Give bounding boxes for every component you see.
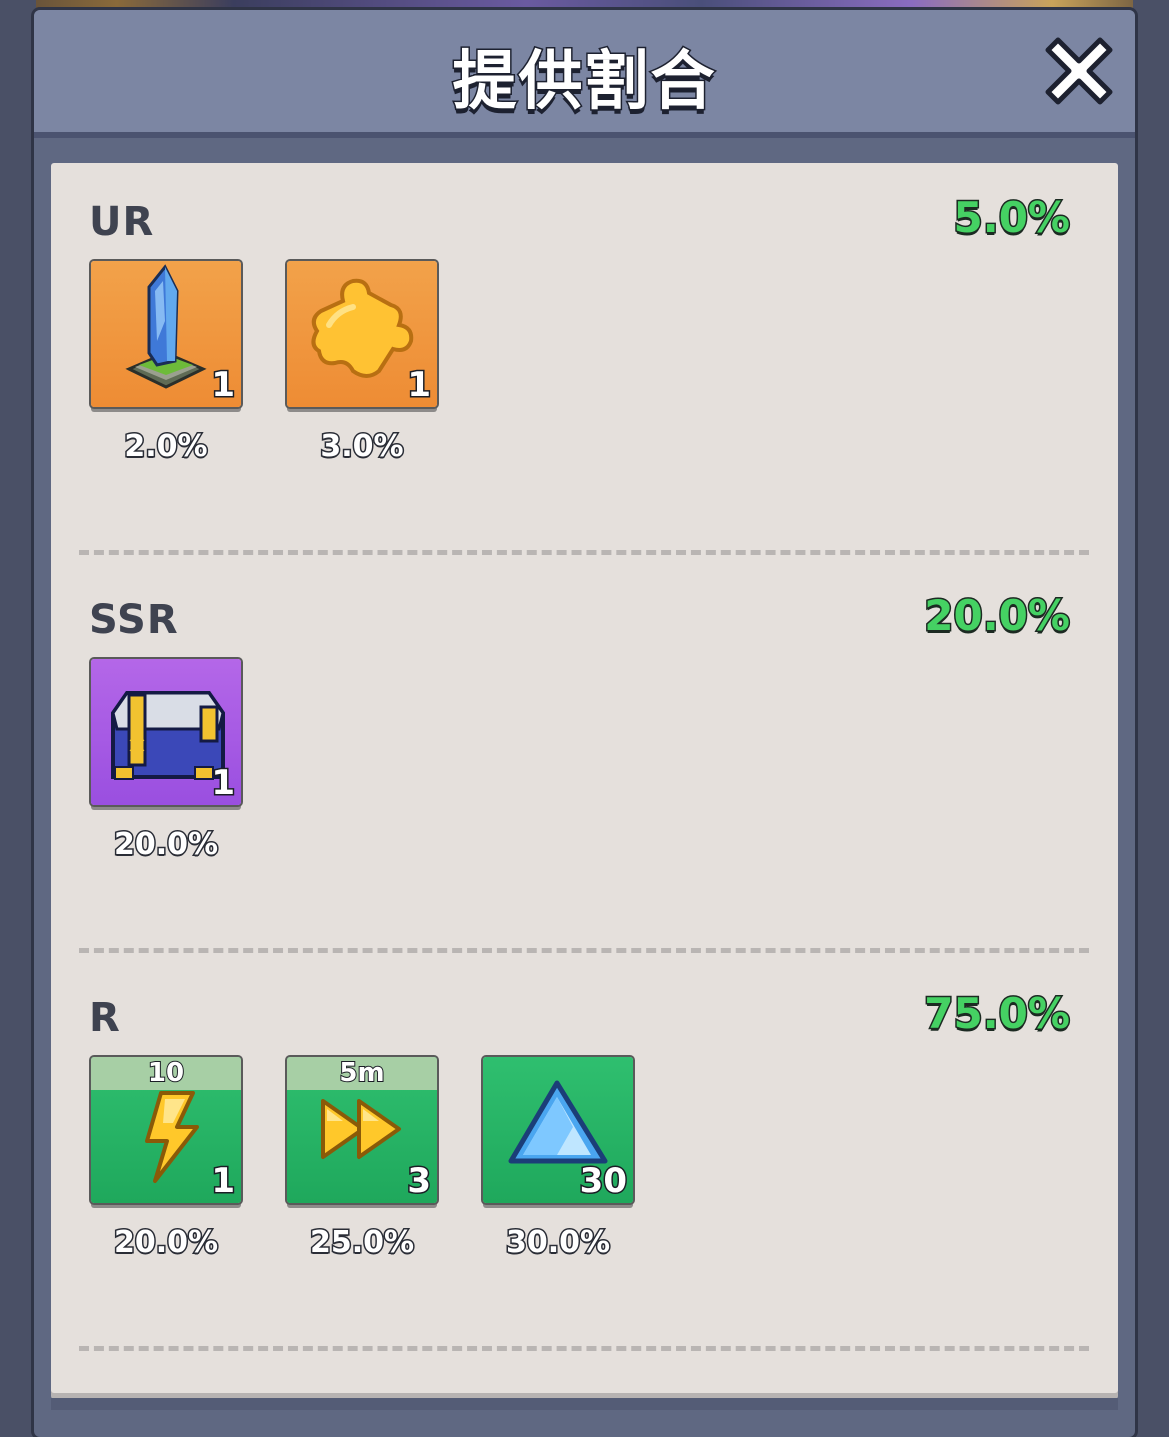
background-edge-left bbox=[0, 0, 36, 1437]
reward-item[interactable]: 1 3.0% bbox=[287, 261, 437, 471]
rarity-label: UR bbox=[89, 199, 155, 245]
dialog-header: 提供割合 bbox=[34, 10, 1135, 138]
item-quantity: 1 bbox=[406, 364, 433, 407]
item-drop-rate: 20.0% bbox=[112, 826, 219, 864]
item-tile[interactable]: 10 1 bbox=[91, 1057, 241, 1203]
reward-item[interactable]: 10 1 20.0% bbox=[91, 1057, 241, 1267]
item-quantity: 1 bbox=[210, 762, 237, 805]
item-tile[interactable]: 1 bbox=[91, 261, 241, 407]
item-quantity: 1 bbox=[210, 364, 237, 407]
section-ssr: SSR 20.0% 1 20.0% bbox=[51, 561, 1118, 951]
item-quantity: 1 bbox=[210, 1160, 237, 1203]
reward-item[interactable]: 5m 3 25.0% bbox=[287, 1057, 437, 1267]
rates-panel: UR 5.0% 1 2.0% 1 3.0% SSR 20.0% 1 20.0% … bbox=[51, 163, 1118, 1393]
item-drop-rate: 30.0% bbox=[504, 1224, 611, 1262]
background-edge-right bbox=[1133, 0, 1169, 1437]
item-tile[interactable]: 30 bbox=[483, 1057, 633, 1203]
reward-item[interactable]: 30 30.0% bbox=[483, 1057, 633, 1267]
item-tile[interactable]: 1 bbox=[287, 261, 437, 407]
close-button[interactable] bbox=[1044, 36, 1114, 106]
section-r: R 75.0% 10 1 20.0% 5m 3 25.0% 30 30.0% bbox=[51, 959, 1118, 1349]
item-tile[interactable]: 1 bbox=[91, 659, 241, 805]
close-icon[interactable] bbox=[1044, 36, 1114, 106]
item-quantity: 30 bbox=[578, 1160, 628, 1203]
item-drop-rate: 20.0% bbox=[112, 1224, 219, 1262]
item-drop-rate: 2.0% bbox=[123, 428, 209, 466]
item-drop-rate: 3.0% bbox=[319, 428, 405, 466]
dialog-footer bbox=[51, 1398, 1118, 1410]
rarity-total-rate: 75.0% bbox=[923, 988, 1072, 1040]
section-divider bbox=[79, 948, 1089, 953]
section-divider bbox=[79, 550, 1089, 555]
item-drop-rate: 25.0% bbox=[308, 1224, 415, 1262]
rarity-label: SSR bbox=[89, 597, 179, 643]
reward-item[interactable]: 1 2.0% bbox=[91, 261, 241, 471]
item-quantity: 3 bbox=[406, 1160, 433, 1203]
item-tile[interactable]: 5m 3 bbox=[287, 1057, 437, 1203]
rarity-label: R bbox=[89, 995, 121, 1041]
drop-rates-dialog: 提供割合 UR 5.0% 1 2.0% 1 3.0% SSR 20.0% 1 2… bbox=[34, 10, 1135, 1437]
dialog-title: 提供割合 bbox=[451, 44, 717, 121]
rarity-total-rate: 5.0% bbox=[952, 192, 1071, 244]
rarity-total-rate: 20.0% bbox=[923, 590, 1072, 642]
section-divider bbox=[79, 1346, 1089, 1351]
reward-item[interactable]: 1 20.0% bbox=[91, 659, 241, 869]
section-ur: UR 5.0% 1 2.0% 1 3.0% bbox=[51, 163, 1118, 553]
